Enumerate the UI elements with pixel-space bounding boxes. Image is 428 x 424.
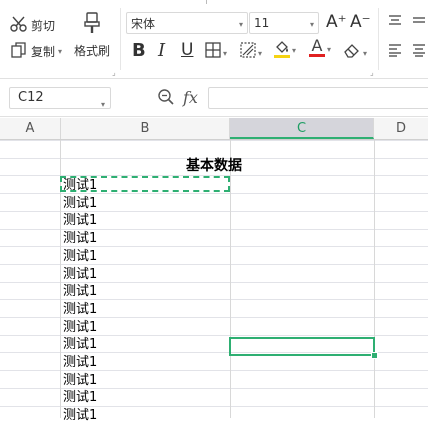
- cell-b-value[interactable]: 测试1: [63, 407, 97, 424]
- cell-b-value[interactable]: 测试1: [63, 301, 97, 318]
- name-box[interactable]: C12 ▾: [9, 87, 111, 109]
- italic-button[interactable]: I: [158, 40, 165, 61]
- chevron-down-icon[interactable]: ▾: [327, 45, 331, 54]
- bold-icon: B: [132, 40, 146, 61]
- align-left-icon: [388, 43, 402, 60]
- column-header-c[interactable]: C: [230, 118, 374, 139]
- increase-font-button[interactable]: A⁺: [326, 12, 347, 32]
- scissors-icon: [10, 16, 28, 34]
- align-top-icon: [388, 14, 402, 31]
- cell-pattern-icon: [240, 42, 256, 61]
- cell-b-value[interactable]: 测试1: [63, 248, 97, 265]
- column-label: B: [140, 121, 150, 136]
- clipboard-launcher-icon[interactable]: ⌟: [112, 68, 116, 77]
- cell-pattern-button[interactable]: ▾: [240, 42, 262, 61]
- eraser-icon: [343, 42, 361, 61]
- borders-button[interactable]: ▾: [205, 42, 227, 61]
- underline-button[interactable]: U: [181, 40, 193, 60]
- cut-label: 剪切: [31, 18, 56, 33]
- font-size-value: 11: [254, 16, 270, 30]
- column-header-a[interactable]: A: [0, 118, 61, 139]
- zoom-icon[interactable]: [157, 88, 175, 110]
- tab-divider: [206, 0, 207, 4]
- cell-b-value[interactable]: 测试1: [63, 389, 97, 406]
- align-top-button[interactable]: [388, 14, 402, 31]
- decrease-font-button[interactable]: A⁻: [350, 12, 371, 32]
- cut-button[interactable]: 剪切: [10, 16, 55, 34]
- group-separator: [378, 8, 379, 70]
- chevron-down-icon: ▾: [238, 20, 243, 29]
- paintbrush-icon: [81, 12, 103, 37]
- column-header-row: A B C D: [0, 118, 428, 140]
- font-color-icon: A: [309, 38, 325, 57]
- copy-label: 复制: [31, 44, 56, 59]
- borders-icon: [205, 42, 221, 61]
- cell-b-value[interactable]: 测试1: [63, 354, 97, 371]
- ribbon-toolbar: 剪切 复制 ▾ 格式刷 宋体 ▾ 11 ▾ A⁺ A⁻ B I U ▾ ▾ ▾ …: [0, 0, 428, 79]
- column-header-b[interactable]: B: [61, 118, 230, 139]
- align-center-icon: [412, 43, 426, 60]
- chevron-down-icon[interactable]: ▾: [292, 46, 296, 55]
- column-gridline: [374, 140, 375, 418]
- paint-bucket-icon: [274, 40, 290, 58]
- fill-color-button[interactable]: ▾: [274, 40, 296, 58]
- chevron-down-icon: ▾: [309, 20, 314, 29]
- decrease-font-icon: A⁻: [350, 12, 371, 32]
- underline-icon: U: [181, 40, 194, 60]
- font-color-swatch: [309, 54, 325, 57]
- cell-b-value[interactable]: 测试1: [63, 372, 97, 389]
- chevron-down-icon[interactable]: ▾: [101, 95, 105, 115]
- column-label: C: [296, 121, 307, 136]
- group-separator: [120, 8, 121, 70]
- title-cell[interactable]: 基本数据: [186, 158, 242, 175]
- column-gridline: [230, 140, 231, 418]
- format-painter-button[interactable]: 格式刷: [72, 12, 112, 59]
- insert-function-button[interactable]: fx: [183, 88, 198, 107]
- copy-button[interactable]: 复制 ▾: [10, 42, 62, 60]
- font-name-select[interactable]: 宋体 ▾: [126, 12, 248, 34]
- fill-handle[interactable]: [371, 352, 378, 359]
- chevron-down-icon[interactable]: ▾: [258, 49, 262, 58]
- fx-icon: fx: [183, 88, 198, 107]
- increase-font-icon: A⁺: [326, 12, 347, 32]
- chevron-down-icon[interactable]: ▾: [223, 49, 227, 58]
- cell-b-value[interactable]: 测试1: [63, 319, 97, 336]
- format-painter-label: 格式刷: [73, 44, 110, 58]
- active-cell-c12[interactable]: [229, 337, 375, 356]
- align-middle-icon: [412, 14, 426, 31]
- cell-b-value[interactable]: 测试1: [63, 283, 97, 300]
- align-center-button[interactable]: [412, 43, 426, 60]
- chevron-down-icon[interactable]: ▾: [363, 49, 367, 58]
- column-header-d[interactable]: D: [374, 118, 428, 139]
- italic-icon: I: [158, 40, 166, 61]
- column-label: D: [395, 121, 406, 136]
- align-left-button[interactable]: [388, 43, 402, 60]
- cell-b-value[interactable]: 测试1: [63, 212, 97, 229]
- cell-b-value[interactable]: 测试1: [63, 266, 97, 283]
- font-color-glyph: A: [311, 36, 323, 55]
- chevron-down-icon[interactable]: ▾: [58, 47, 62, 56]
- formula-bar: C12 ▾ fx: [0, 80, 428, 117]
- cell-b-value[interactable]: 测试1: [63, 195, 97, 212]
- cell-b-value[interactable]: 测试1: [63, 230, 97, 247]
- align-middle-button[interactable]: [412, 14, 426, 31]
- row-gridline: [0, 140, 428, 141]
- copy-icon: [10, 42, 28, 60]
- fill-color-swatch: [274, 55, 290, 58]
- cell-b-value[interactable]: 测试1: [63, 336, 97, 353]
- font-size-select[interactable]: 11 ▾: [249, 12, 319, 34]
- formula-input[interactable]: [208, 87, 428, 109]
- copy-marquee: [60, 176, 230, 192]
- cell-reference: C12: [18, 90, 44, 105]
- column-label: A: [25, 121, 35, 136]
- bold-button[interactable]: B: [132, 40, 146, 61]
- font-name-value: 宋体: [131, 16, 156, 31]
- font-launcher-icon[interactable]: ⌟: [370, 68, 374, 77]
- clear-button[interactable]: ▾: [343, 42, 367, 61]
- font-color-button[interactable]: A ▾: [309, 38, 331, 57]
